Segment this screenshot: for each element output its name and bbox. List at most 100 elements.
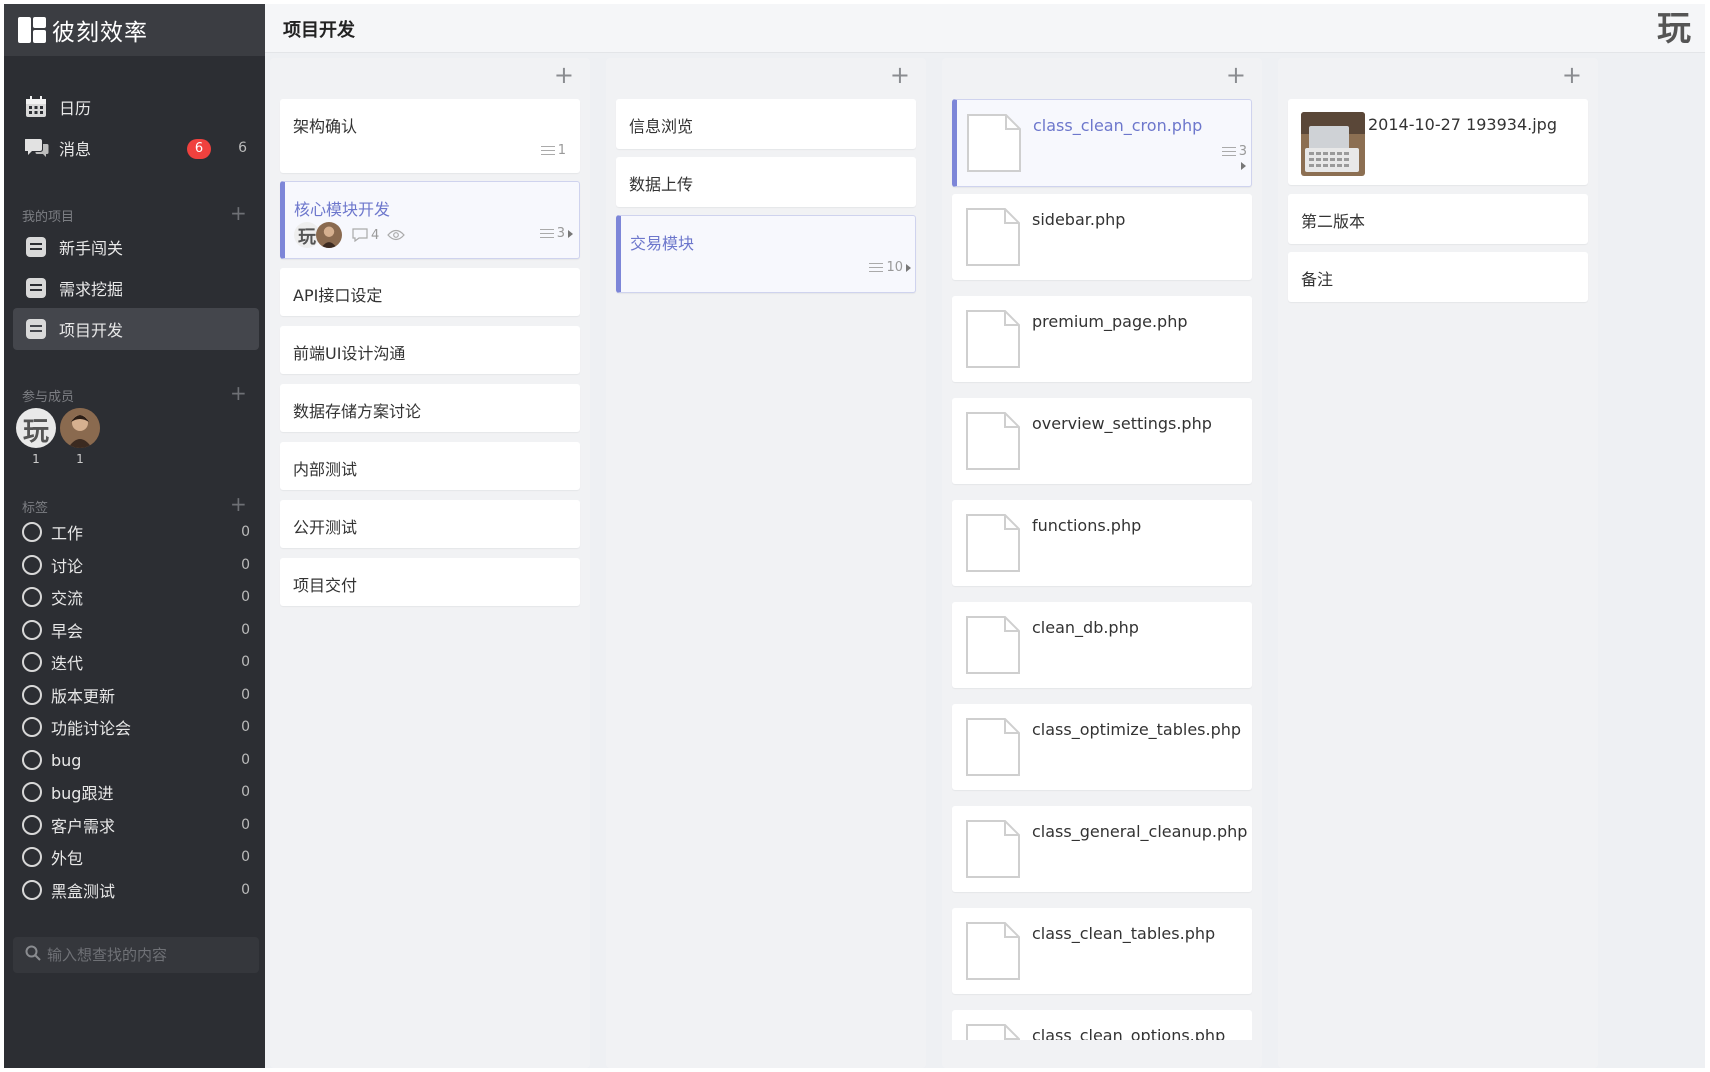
board-column: + 信息浏览 数据上传 交易模块 10 xyxy=(606,58,926,1068)
sidebar-item-project[interactable]: 新手闯关 xyxy=(13,226,259,268)
file-card[interactable]: sidebar.php xyxy=(952,194,1252,280)
task-card[interactable]: 内部测试 xyxy=(280,442,580,490)
card-title: API接口设定 xyxy=(293,286,383,305)
file-card[interactable]: class_general_cleanup.php xyxy=(952,806,1252,892)
expand-arrow-icon xyxy=(568,229,573,238)
task-card[interactable]: 数据存储方案讨论 xyxy=(280,384,580,432)
tag-item[interactable]: 版本更新 0 xyxy=(22,680,250,710)
list-icon xyxy=(540,143,555,158)
task-card[interactable]: 备注 xyxy=(1288,252,1588,302)
tag-item[interactable]: 迭代 0 xyxy=(22,647,250,677)
file-name: 2014-10-27 193934.jpg xyxy=(1368,115,1557,134)
task-card[interactable]: API接口设定 xyxy=(280,268,580,316)
image-thumbnail xyxy=(1301,112,1365,176)
sidebar-item-label: 消息 xyxy=(59,140,92,159)
member-task-count: 1 xyxy=(76,452,84,466)
tag-label: 黑盒测试 xyxy=(51,882,116,901)
task-card[interactable]: 第二版本 xyxy=(1288,194,1588,244)
board-column: + 2014-10-27 193934.jpg 第二版本 备注 xyxy=(1278,58,1598,1068)
file-card[interactable]: clean_db.php xyxy=(952,602,1252,688)
tag-item[interactable]: 黑盒测试 0 xyxy=(22,875,250,905)
tag-label: 版本更新 xyxy=(51,687,116,706)
file-card[interactable]: class_optimize_tables.php xyxy=(952,704,1252,790)
file-card-selected[interactable]: class_clean_cron.php 3 xyxy=(952,99,1252,187)
tag-item[interactable]: 工作 0 xyxy=(22,517,250,547)
subtask-indicator: 1 xyxy=(540,143,566,158)
tag-count: 0 xyxy=(241,882,250,898)
tag-item[interactable]: bug 0 xyxy=(22,745,250,775)
add-card-icon[interactable]: + xyxy=(890,60,910,90)
task-card[interactable]: 项目交付 xyxy=(280,558,580,606)
task-card[interactable]: 数据上传 xyxy=(616,157,916,207)
add-card-icon[interactable]: + xyxy=(554,60,574,90)
member[interactable]: 玩 1 xyxy=(16,408,56,466)
avatar xyxy=(60,408,100,448)
members-title: 参与成员 xyxy=(22,390,75,405)
subtask-count: 3 xyxy=(1238,144,1247,159)
file-name: premium_page.php xyxy=(1032,312,1188,331)
tag-count: 0 xyxy=(241,817,250,833)
subtask-count: 3 xyxy=(556,226,565,241)
tag-item[interactable]: 功能讨论会 0 xyxy=(22,712,250,742)
file-name: sidebar.php xyxy=(1032,210,1126,229)
card-title: 核心模块开发 xyxy=(294,200,391,219)
add-card-icon[interactable]: + xyxy=(1562,60,1582,90)
file-name: class_general_cleanup.php xyxy=(1032,822,1248,841)
circle-icon xyxy=(22,522,42,542)
task-card[interactable]: 架构确认 1 xyxy=(280,99,580,173)
member-task-count: 1 xyxy=(32,452,40,466)
file-icon xyxy=(965,411,1021,471)
list-icon xyxy=(1221,144,1236,159)
subtask-indicator: 10 xyxy=(869,260,911,275)
tag-item[interactable]: 交流 0 xyxy=(22,582,250,612)
tag-count: 0 xyxy=(241,719,250,735)
tag-count: 0 xyxy=(241,687,250,703)
brand-logo-icon xyxy=(18,17,48,43)
tag-item[interactable]: 早会 0 xyxy=(22,615,250,645)
file-icon xyxy=(966,113,1022,173)
add-project-icon[interactable]: + xyxy=(230,203,247,223)
add-card-icon[interactable]: + xyxy=(1226,60,1246,90)
tag-item[interactable]: 讨论 0 xyxy=(22,550,250,580)
task-card-selected[interactable]: 交易模块 10 xyxy=(616,215,916,293)
user-logo-icon[interactable]: 玩 xyxy=(1653,8,1695,50)
circle-icon xyxy=(22,620,42,640)
calendar-icon xyxy=(25,96,47,118)
task-card-selected[interactable]: 核心模块开发 玩 4 3 xyxy=(280,181,580,259)
project-icon xyxy=(25,236,47,258)
search-input[interactable] xyxy=(45,945,249,965)
tag-item[interactable]: 外包 0 xyxy=(22,842,250,872)
page-title: 项目开发 xyxy=(283,20,355,41)
file-name: overview_settings.php xyxy=(1032,414,1212,433)
sidebar-item-calendar[interactable]: 日历 xyxy=(13,86,259,128)
tag-item[interactable]: 客户需求 0 xyxy=(22,810,250,840)
file-card[interactable]: class_clean_options.php xyxy=(952,1010,1252,1040)
tag-count: 0 xyxy=(241,752,250,768)
sidebar-item-messages[interactable]: 消息 6 6 xyxy=(13,127,259,169)
sidebar-item-project-active[interactable]: 项目开发 xyxy=(13,308,259,350)
card-title: 内部测试 xyxy=(293,460,358,479)
file-card[interactable]: class_clean_tables.php xyxy=(952,908,1252,994)
member[interactable]: 1 xyxy=(60,408,100,466)
image-card[interactable]: 2014-10-27 193934.jpg xyxy=(1288,99,1588,185)
file-icon xyxy=(965,921,1021,981)
task-card[interactable]: 公开测试 xyxy=(280,500,580,548)
task-card[interactable]: 信息浏览 xyxy=(616,99,916,149)
task-card[interactable]: 前端UI设计沟通 xyxy=(280,326,580,374)
brand[interactable]: 彼刻效率 xyxy=(4,4,265,56)
tag-item[interactable]: bug跟进 0 xyxy=(22,777,250,807)
tag-label: 讨论 xyxy=(51,557,84,576)
sidebar-item-project[interactable]: 需求挖掘 xyxy=(13,267,259,309)
file-card[interactable]: premium_page.php xyxy=(952,296,1252,382)
file-card[interactable]: overview_settings.php xyxy=(952,398,1252,484)
tags-title: 标签 xyxy=(22,501,49,516)
header: 项目开发 玩 xyxy=(265,4,1705,53)
app-window: 彼刻效率 日历 消息 6 6 我的项目 + 新手闯关 需求挖掘 项目开发 参与成… xyxy=(4,4,1705,1068)
file-card[interactable]: functions.php xyxy=(952,500,1252,586)
subtask-count: 1 xyxy=(557,143,566,158)
card-meta: 玩 4 xyxy=(294,222,406,248)
avatar xyxy=(316,222,342,248)
add-member-icon[interactable]: + xyxy=(230,383,247,403)
add-tag-icon[interactable]: + xyxy=(230,494,247,514)
circle-icon xyxy=(22,587,42,607)
